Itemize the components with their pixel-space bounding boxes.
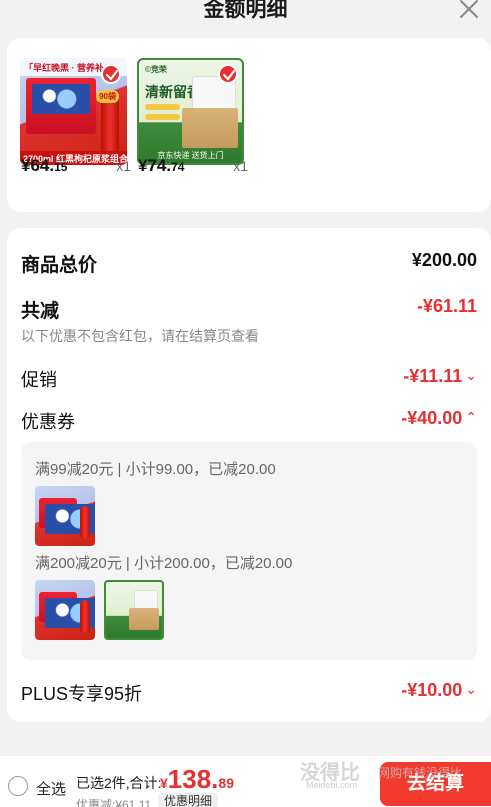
product-price-row: ¥74.74 x1 [138, 156, 248, 176]
product-item[interactable]: ©竞荣 清新留香 京东快递 送货上门 [137, 58, 244, 165]
coupon-product-thumbnail[interactable] [35, 580, 95, 640]
product-qty: x1 [116, 158, 131, 174]
promo-value[interactable]: -¥11.11 ⌄ [403, 366, 477, 387]
select-all-label[interactable]: 全选 [36, 778, 66, 799]
sheet-header: 金额明细 [0, 0, 491, 30]
discount-note: 以下优惠不包含红包，请在结算页查看 [21, 328, 259, 344]
sheet-title: 金额明细 [203, 0, 288, 21]
plus-discount-label: PLUS专享95折 [21, 684, 143, 704]
discount-amount: 优惠减:¥61.11 [76, 798, 152, 807]
product-item[interactable]: 「早红晚黑 · 营养补」 90袋 2700ml 红黑枸杞原浆组合 [20, 58, 127, 165]
product-thumbnail[interactable]: ©竞荣 清新留香 京东快递 送货上门 [137, 58, 244, 165]
total-price-value: ¥200.00 [411, 250, 477, 270]
discount-note-row: 以下优惠不包含红包，请在结算页查看 [21, 326, 477, 346]
product-box-image [39, 592, 95, 628]
carton-image [182, 108, 238, 148]
discount-detail-button[interactable]: 优惠明细 [158, 793, 219, 807]
thumb-tag: 90袋 [96, 90, 119, 103]
total-reduce-label: 共减 [21, 301, 60, 322]
product-qty: x1 [233, 158, 248, 174]
coupon-product-thumbnail[interactable] [35, 486, 95, 546]
watermark-url: Meidebi.com [306, 780, 358, 790]
promo-label: 促销 [21, 370, 57, 390]
product-box-image [26, 78, 96, 134]
coupon-detail-panel: 满99减20元 | 小计99.00，已减20.00 满200减20元 | 小计2… [21, 442, 477, 660]
coupon-product-thumbnail[interactable] [104, 580, 164, 640]
selected-check-icon[interactable] [218, 64, 238, 84]
carton-image [129, 608, 159, 630]
total-price-label: 商品总价 [21, 255, 98, 276]
products-card: 「早红晚黑 · 营养补」 90袋 2700ml 红黑枸杞原浆组合 ¥64.15 … [7, 38, 491, 212]
coupon-rule: 满99减20元 | 小计99.00，已减20.00 [35, 461, 276, 478]
coupon-row[interactable]: 优惠券 -¥40.00 ⌃ [21, 408, 477, 432]
product-price: ¥74.74 [138, 156, 185, 175]
total-amount: ¥138.89 [160, 764, 234, 794]
total-reduce-value: -¥61.11 [416, 296, 477, 316]
product-thumbnail[interactable]: 「早红晚黑 · 营养补」 90袋 2700ml 红黑枸杞原浆组合 [20, 58, 127, 165]
thumb-brand: ©竞荣 [145, 65, 167, 74]
coupon-label: 优惠券 [21, 412, 75, 432]
chevron-up-icon: ⌃ [465, 409, 477, 425]
price-summary-card: 商品总价 ¥200.00 共减 -¥61.11 以下优惠不包含红包，请在结算页查… [7, 228, 491, 722]
product-price-row: ¥64.15 x1 [21, 156, 131, 176]
selected-count: 已选2件,合计: [76, 775, 162, 791]
promo-row[interactable]: 促销 -¥11.11 ⌄ [21, 366, 477, 390]
plus-discount-row[interactable]: PLUS专享95折 -¥10.00 ⌄ [21, 680, 477, 704]
chevron-down-icon: ⌄ [465, 681, 477, 697]
total-price-row: 商品总价 ¥200.00 [21, 250, 477, 276]
selected-check-icon[interactable] [101, 64, 121, 84]
total-reduce-row: 共减 -¥61.11 [21, 296, 477, 322]
product-price: ¥64.15 [21, 156, 68, 175]
watermark-slogan: 网购有钱没得比 [378, 766, 463, 780]
chevron-down-icon: ⌄ [465, 367, 477, 383]
plus-discount-value[interactable]: -¥10.00 ⌄ [401, 680, 477, 701]
bottle-image [80, 506, 90, 538]
bottle-image [80, 600, 90, 632]
checkout-bar: 全选 已选2件,合计: ¥138.89 优惠减:¥61.11 优惠明细 没得比 … [0, 756, 491, 807]
coupon-rule: 满200减20元 | 小计200.00，已减20.00 [35, 555, 293, 572]
coupon-value[interactable]: -¥40.00 ⌃ [401, 408, 477, 429]
product-box-image [39, 498, 95, 534]
close-icon[interactable] [457, 0, 481, 21]
wipe-pack-image [134, 590, 158, 610]
select-all-radio[interactable] [8, 776, 28, 796]
